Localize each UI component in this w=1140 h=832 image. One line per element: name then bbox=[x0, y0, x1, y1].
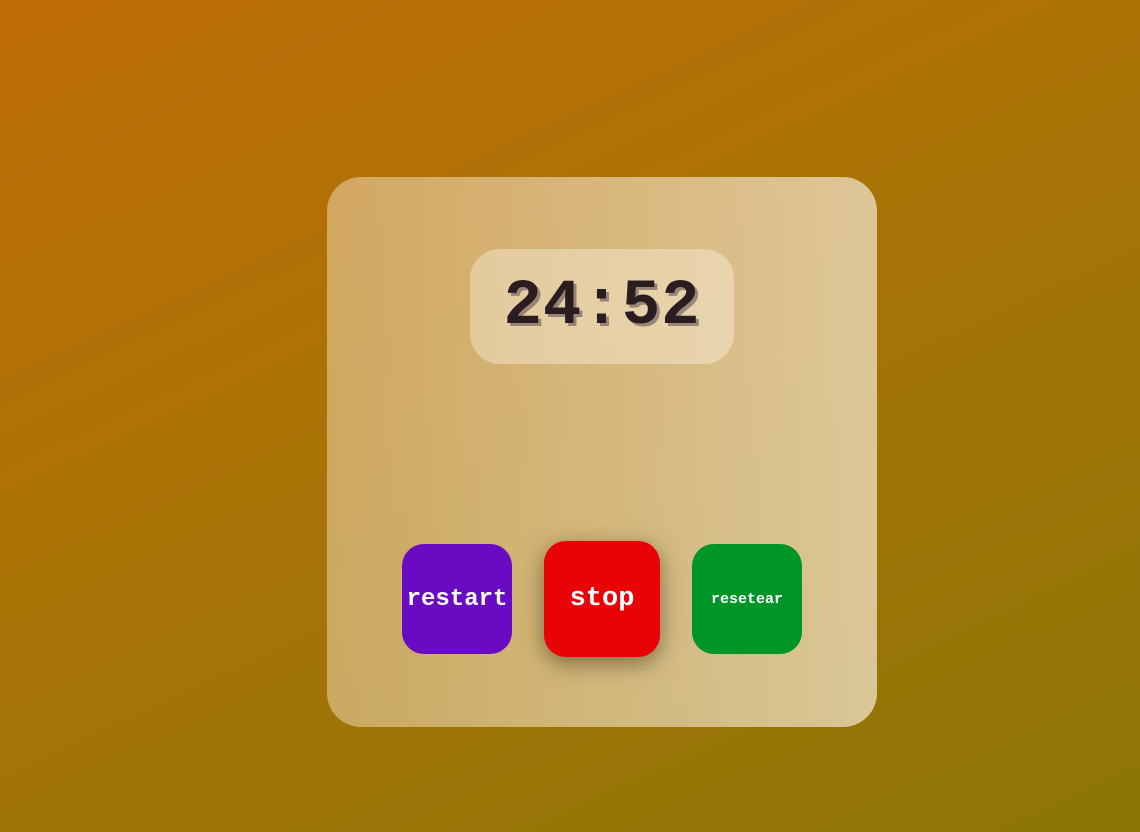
reset-button[interactable]: resetear bbox=[692, 544, 802, 654]
timer-card: 24:52 restart stop resetear bbox=[327, 177, 877, 727]
restart-button[interactable]: restart bbox=[402, 544, 512, 654]
timer-text: 24:52 bbox=[503, 270, 701, 343]
stop-button[interactable]: stop bbox=[544, 541, 660, 657]
timer-display: 24:52 bbox=[470, 249, 734, 364]
